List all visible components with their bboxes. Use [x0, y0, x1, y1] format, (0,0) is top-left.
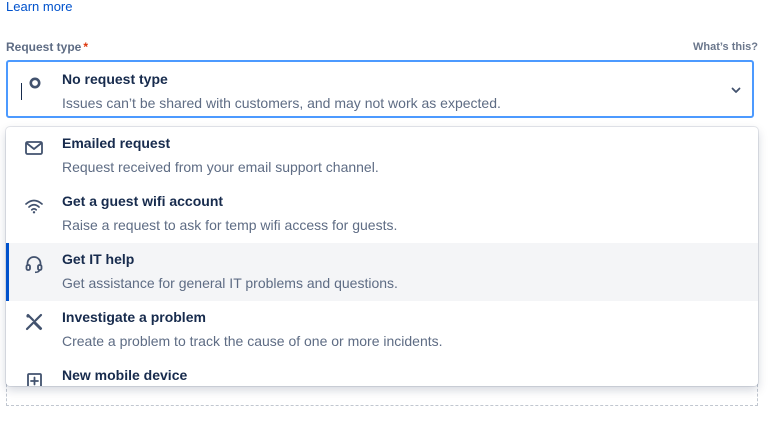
request-type-select[interactable]: No request type Issues can’t be shared w… — [6, 60, 754, 118]
request-type-dropdown-menu: Emailed request Request received from yo… — [6, 127, 758, 386]
text-caret — [21, 83, 22, 100]
request-type-label: Request type * — [6, 40, 88, 54]
option-title: Investigate a problem — [62, 309, 206, 325]
option-get-it-help[interactable]: Get IT help Get assistance for general I… — [6, 243, 758, 301]
tools-icon — [25, 313, 43, 331]
wifi-icon — [25, 199, 43, 214]
selected-request-type-title: No request type — [62, 71, 168, 87]
option-guest-wifi[interactable]: Get a guest wifi account Raise a request… — [6, 185, 758, 243]
headset-icon — [25, 256, 43, 274]
option-description: Create a problem to track the cause of o… — [62, 333, 443, 349]
envelope-icon — [25, 141, 43, 155]
option-emailed-request[interactable]: Emailed request Request received from yo… — [6, 127, 758, 185]
option-new-mobile-device[interactable]: New mobile device — [6, 359, 758, 386]
required-indicator: * — [83, 40, 89, 54]
selected-request-type-description: Issues can’t be shared with customers, a… — [62, 95, 501, 111]
learn-more-link[interactable]: Learn more — [6, 0, 72, 14]
chevron-down-icon[interactable] — [730, 84, 742, 96]
request-type-label-text: Request type — [6, 40, 82, 54]
option-title: New mobile device — [62, 367, 188, 383]
option-title: Emailed request — [62, 135, 171, 151]
circle-icon — [29, 77, 41, 89]
option-description: Request received from your email support… — [62, 159, 379, 175]
option-investigate-problem[interactable]: Investigate a problem Create a problem t… — [6, 301, 758, 359]
plus-box-icon — [27, 373, 42, 386]
option-title: Get a guest wifi account — [62, 193, 224, 209]
whats-this-link[interactable]: What’s this? — [693, 41, 758, 53]
option-title: Get IT help — [62, 251, 135, 267]
option-description: Raise a request to ask for temp wifi acc… — [62, 217, 398, 233]
option-description: Get assistance for general IT problems a… — [62, 275, 398, 291]
